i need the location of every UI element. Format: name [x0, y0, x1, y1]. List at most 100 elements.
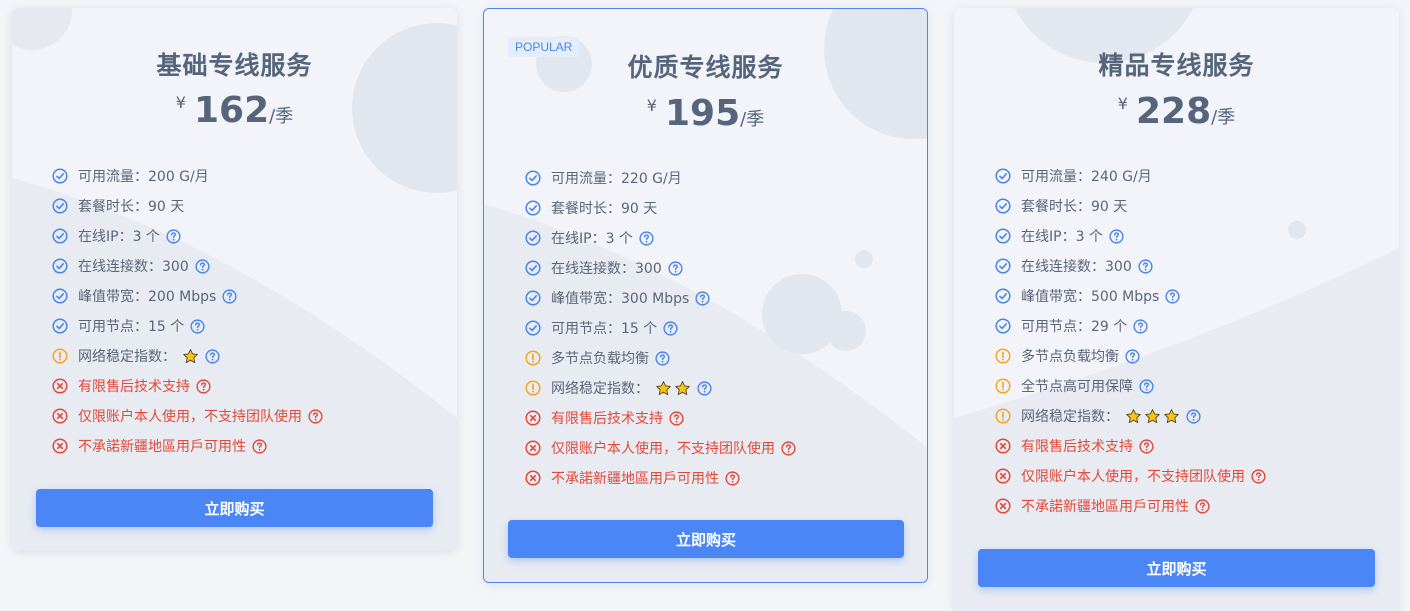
question-circle-icon[interactable] [639, 230, 654, 246]
feature-item: 网络稳定指数： [52, 341, 323, 371]
feature-item: 在线IP：3 个 [525, 223, 796, 253]
feature-list: 可用流量：240 G/月 套餐时长：90 天在线IP：3 个在线连接数：300 峰值… [995, 161, 1266, 521]
feature-text: 有限售后技术支持 [78, 379, 190, 395]
question-circle-icon[interactable] [668, 260, 683, 276]
buy-button[interactable]: 立即购买 [978, 549, 1375, 587]
exclamation-circle-icon [525, 380, 541, 396]
exclamation-circle-icon [995, 408, 1011, 424]
currency-symbol: ¥ [646, 96, 657, 115]
x-circle-icon [995, 468, 1011, 484]
feature-text: 仅限账户本人使用，不支持团队使用 [551, 441, 775, 457]
feature-text: 可用节点：15 个 [78, 319, 185, 335]
price-period: /季 [740, 109, 765, 130]
question-circle-icon[interactable] [1195, 498, 1210, 514]
feature-text: 仅限账户本人使用，不支持团队使用 [78, 409, 302, 425]
check-circle-icon [52, 168, 68, 184]
plan-price: ¥228/季 [954, 91, 1399, 132]
question-circle-icon[interactable] [252, 438, 267, 454]
feature-item: 有限售后技术支持 [995, 431, 1266, 461]
feature-item: 全节点高可用保障 [995, 371, 1266, 401]
question-circle-icon[interactable] [1139, 378, 1154, 394]
feature-item: 套餐时长：90 天 [995, 191, 1266, 221]
feature-item: 套餐时长：90 天 [525, 193, 796, 223]
feature-text: 多节点负载均衡 [1021, 349, 1119, 365]
x-circle-icon [525, 470, 541, 486]
question-circle-icon[interactable] [655, 350, 670, 366]
check-circle-icon [525, 290, 541, 306]
question-circle-icon[interactable] [669, 410, 684, 426]
feature-item: 仅限账户本人使用，不支持团队使用 [995, 461, 1266, 491]
feature-text: 不承諾新疆地區用戶可用性 [1021, 499, 1189, 515]
feature-item: 多节点负载均衡 [525, 343, 796, 373]
question-circle-icon[interactable] [697, 380, 712, 396]
feature-text: 有限售后技术支持 [551, 411, 663, 427]
check-circle-icon [995, 318, 1011, 334]
check-circle-icon [52, 288, 68, 304]
question-circle-icon[interactable] [1139, 438, 1154, 454]
buy-button[interactable]: 立即购买 [508, 520, 904, 558]
plan-card-premium: POPULAR 优质专线服务 ¥195/季 可用流量：220 G/月 套餐时长：9… [483, 8, 928, 583]
feature-text: 在线IP：3 个 [78, 229, 160, 245]
feature-text: 有限售后技术支持 [1021, 439, 1133, 455]
question-circle-icon[interactable] [308, 408, 323, 424]
question-circle-icon[interactable] [695, 290, 710, 306]
star-icon [655, 380, 672, 397]
check-circle-icon [525, 320, 541, 336]
plan-price: ¥195/季 [484, 93, 927, 134]
feature-item: 在线IP：3 个 [52, 221, 323, 251]
price-amount: 228 [1135, 91, 1212, 132]
question-circle-icon[interactable] [190, 318, 205, 334]
feature-list: 可用流量：200 G/月套餐时长：90 天在线IP：3 个在线连接数：300 峰值… [52, 161, 323, 461]
feature-text: 在线连接数：300 [551, 261, 662, 277]
star-icon [1144, 408, 1161, 425]
feature-item: 峰值带宽：300 Mbps [525, 283, 796, 313]
pricing-page: 基础专线服务 ¥162/季 可用流量：200 G/月 套餐时长：90 天在线IP：… [0, 0, 1410, 611]
feature-text: 网络稳定指数： [551, 381, 649, 397]
feature-text: 在线连接数：300 [1021, 259, 1132, 275]
feature-text: 套餐时长：90 天 [1021, 199, 1128, 215]
feature-text: 在线IP：3 个 [551, 231, 633, 247]
x-circle-icon [995, 498, 1011, 514]
star-icon [182, 348, 199, 365]
question-circle-icon[interactable] [1133, 318, 1148, 334]
star-icon [1163, 408, 1180, 425]
feature-item: 在线连接数：300 [52, 251, 323, 281]
question-circle-icon[interactable] [1251, 468, 1266, 484]
question-circle-icon[interactable] [1138, 258, 1153, 274]
check-circle-icon [525, 230, 541, 246]
question-circle-icon[interactable] [166, 228, 181, 244]
question-circle-icon[interactable] [196, 378, 211, 394]
question-circle-icon[interactable] [1125, 348, 1140, 364]
check-circle-icon [52, 198, 68, 214]
feature-item: 可用流量：200 G/月 [52, 161, 323, 191]
question-circle-icon[interactable] [205, 348, 220, 364]
feature-text: 全节点高可用保障 [1021, 379, 1133, 395]
check-circle-icon [995, 198, 1011, 214]
feature-text: 峰值带宽：200 Mbps [78, 289, 217, 305]
question-circle-icon[interactable] [195, 258, 210, 274]
feature-text: 网络稳定指数： [1021, 409, 1119, 425]
feature-item: 不承諾新疆地區用戶可用性 [525, 463, 796, 493]
question-circle-icon[interactable] [781, 440, 796, 456]
question-circle-icon[interactable] [1109, 228, 1124, 244]
feature-item: 在线连接数：300 [995, 251, 1266, 281]
feature-text: 不承諾新疆地區用戶可用性 [78, 439, 246, 455]
buy-button[interactable]: 立即购买 [36, 489, 433, 527]
feature-text: 可用流量：240 G/月 [1021, 169, 1152, 185]
feature-text: 在线连接数：300 [78, 259, 189, 275]
question-circle-icon[interactable] [663, 320, 678, 336]
question-circle-icon[interactable] [1186, 408, 1201, 424]
feature-text: 网络稳定指数： [78, 349, 176, 365]
price-period: /季 [269, 106, 294, 127]
feature-item: 可用流量：220 G/月 [525, 163, 796, 193]
question-circle-icon[interactable] [725, 470, 740, 486]
star-icon [674, 380, 691, 397]
question-circle-icon[interactable] [222, 288, 237, 304]
feature-text: 可用流量：220 G/月 [551, 171, 682, 187]
x-circle-icon [525, 440, 541, 456]
feature-text: 套餐时长：90 天 [78, 199, 185, 215]
question-circle-icon[interactable] [1165, 288, 1180, 304]
stability-rating [180, 348, 199, 365]
feature-text: 峰值带宽：500 Mbps [1021, 289, 1160, 305]
feature-text: 在线IP：3 个 [1021, 229, 1103, 245]
